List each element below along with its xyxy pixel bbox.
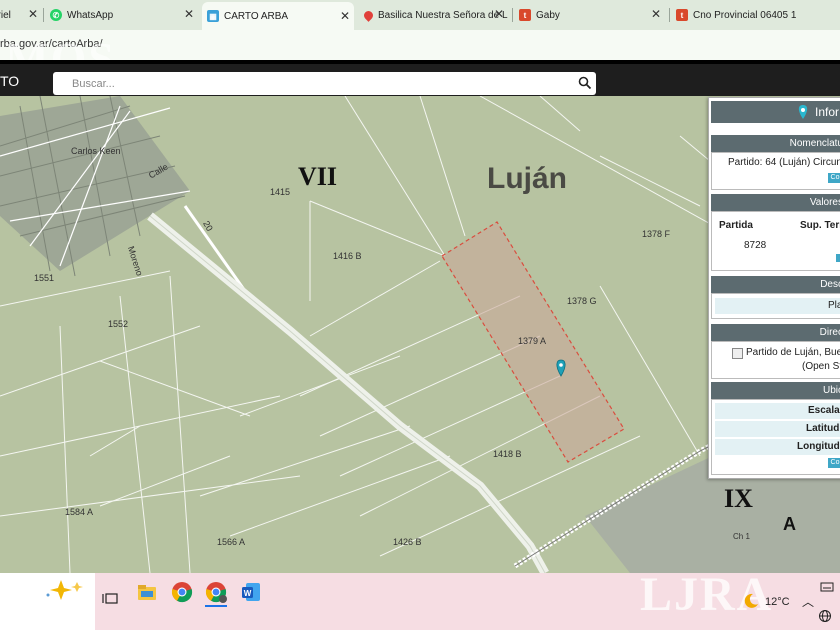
word-icon[interactable]: W xyxy=(240,581,262,603)
nomenclatura-box: Partido: 64 (Luján) Circuns Co xyxy=(711,152,840,190)
parcel-label: 1584 A xyxy=(65,507,94,517)
tokko-icon: t xyxy=(676,9,688,21)
map-label-ix: IX xyxy=(724,484,753,513)
valores-box: Partida Sup. Terr 8728 xyxy=(711,211,840,271)
app-title: TO xyxy=(0,73,20,89)
taskbar: W LJRA 12°C ︿ xyxy=(0,568,840,630)
tab-separator xyxy=(512,8,513,22)
header-label: Desc xyxy=(820,279,840,290)
chevron-up-icon[interactable]: ︿ xyxy=(802,593,814,610)
maps-pin-icon xyxy=(364,8,375,22)
close-icon[interactable]: ✕ xyxy=(651,7,661,21)
app-header: TO xyxy=(0,60,840,96)
descripcion-header[interactable]: Desc xyxy=(711,276,840,293)
image-icon xyxy=(732,348,743,359)
tab-carto-arba[interactable]: ▦ CARTO ARBA ✕ xyxy=(202,2,354,30)
tab-ariel[interactable]: ariel ✕ xyxy=(0,4,42,26)
temperature[interactable]: 12°C xyxy=(765,596,790,608)
ubicacion-box: Escala: Latitud: Longitud: Co xyxy=(711,399,840,475)
moon-weather-icon xyxy=(744,593,758,608)
parcel-label: 1415 xyxy=(270,187,291,197)
parcel-label: 1426 B xyxy=(393,537,422,547)
partida-value: 8728 xyxy=(744,240,767,251)
map-label-a: A xyxy=(783,514,796,534)
search-input[interactable] xyxy=(70,75,574,93)
active-app-indicator xyxy=(205,605,227,607)
close-icon[interactable]: ✕ xyxy=(340,9,350,23)
file-explorer-icon[interactable] xyxy=(136,581,158,603)
ubicacion-header[interactable]: Ubic xyxy=(711,382,840,399)
chrome-profile-icon[interactable] xyxy=(205,581,227,603)
tab-label: WhatsApp xyxy=(67,9,114,21)
tab-label: ariel xyxy=(0,9,11,21)
copy-button[interactable]: Co xyxy=(828,458,840,468)
longitud-label: Longitud: xyxy=(797,441,840,452)
download-icon[interactable] xyxy=(836,254,840,262)
parcel-label: 1552 xyxy=(108,319,129,329)
column-header: Partida xyxy=(719,220,753,231)
tab-separator xyxy=(43,8,44,22)
sparkle-icon[interactable] xyxy=(45,579,87,601)
tab-gaby[interactable]: t Gaby ✕ xyxy=(519,4,665,26)
panel-title: Infor xyxy=(815,105,840,119)
nomenclatura-header[interactable]: Nomenclatu xyxy=(711,135,840,152)
globe-icon[interactable] xyxy=(818,609,832,623)
direccion-header[interactable]: Direc xyxy=(711,324,840,341)
task-view-icon[interactable] xyxy=(102,590,120,608)
tab-whatsapp[interactable]: ✆ WhatsApp ✕ xyxy=(50,4,198,26)
tab-separator xyxy=(669,8,670,22)
parcel-label: 1566 A xyxy=(217,537,246,547)
parcel-label: Ch 1 xyxy=(733,532,750,541)
browser-tab-strip: ariel ✕ ✆ WhatsApp ✕ ▦ CARTO ARBA ✕ Basi… xyxy=(0,0,840,30)
parcel-label: 1551 xyxy=(34,273,55,283)
search-box[interactable] xyxy=(53,72,596,95)
direccion-box: Partido de Luján, Bue (Open St xyxy=(711,341,840,379)
parcel-label: 1378 G xyxy=(567,296,597,306)
address-bar[interactable]: rba.gov.ar/cartoArba/ AMOS xyxy=(0,30,840,84)
carto-arba-icon: ▦ xyxy=(207,10,219,22)
svg-text:W: W xyxy=(244,589,252,598)
header-label: Direc xyxy=(819,327,840,338)
tab-label: Cno Provincial 06405 1 xyxy=(693,9,797,21)
direccion-line2: (Open St xyxy=(802,361,840,372)
descripcion-row xyxy=(715,298,840,314)
latitud-label: Latitud: xyxy=(806,423,840,434)
tab-basilica[interactable]: Basilica Nuestra Señora de L ✕ xyxy=(364,4,508,26)
keyboard-icon[interactable] xyxy=(820,581,834,593)
header-label: Nomenclatu xyxy=(789,138,840,149)
whatsapp-icon: ✆ xyxy=(50,9,62,21)
location-pin-icon xyxy=(798,105,808,119)
parcel-label: 1418 B xyxy=(493,449,522,459)
direccion-line1: Partido de Luján, Bue xyxy=(746,347,840,358)
close-icon[interactable]: ✕ xyxy=(28,7,38,21)
escala-label: Escala: xyxy=(808,405,840,416)
tab-label: Gaby xyxy=(536,9,560,21)
panel-title-bar: Infor xyxy=(711,101,840,123)
close-icon[interactable]: ✕ xyxy=(184,7,194,21)
tab-label: Basilica Nuestra Señora de L xyxy=(378,9,508,21)
tab-cno-provincial[interactable]: t Cno Provincial 06405 1 xyxy=(676,4,840,26)
taskbar-widget-area xyxy=(0,573,95,630)
valores-header[interactable]: Valores xyxy=(711,194,840,211)
column-header: Sup. Terr xyxy=(800,220,840,231)
search-icon[interactable] xyxy=(578,76,592,90)
map-label-town: Carlos Keen xyxy=(71,146,121,156)
header-label: Ubic xyxy=(822,385,840,396)
header-label: Valores xyxy=(809,197,840,208)
parcel-label: 1379 A xyxy=(518,336,547,346)
map-label-vii: VII xyxy=(298,162,338,191)
close-icon[interactable]: ✕ xyxy=(494,7,504,21)
parcel-label: 1378 F xyxy=(642,229,671,239)
descripcion-box: Pla xyxy=(711,293,840,319)
tab-label: CARTO ARBA xyxy=(224,10,289,22)
parcel-label: 1416 B xyxy=(333,251,362,261)
chrome-icon[interactable] xyxy=(171,581,193,603)
map-label-lujan: Luján xyxy=(487,162,567,195)
copy-button[interactable]: Co xyxy=(828,173,840,183)
tokko-icon: t xyxy=(519,9,531,21)
descripcion-value: Pla xyxy=(828,300,840,311)
info-panel: Infor Nomenclatu Partido: 64 (Luján) Cir… xyxy=(708,97,840,479)
nomenclatura-text: Partido: 64 (Luján) Circuns xyxy=(728,157,840,168)
